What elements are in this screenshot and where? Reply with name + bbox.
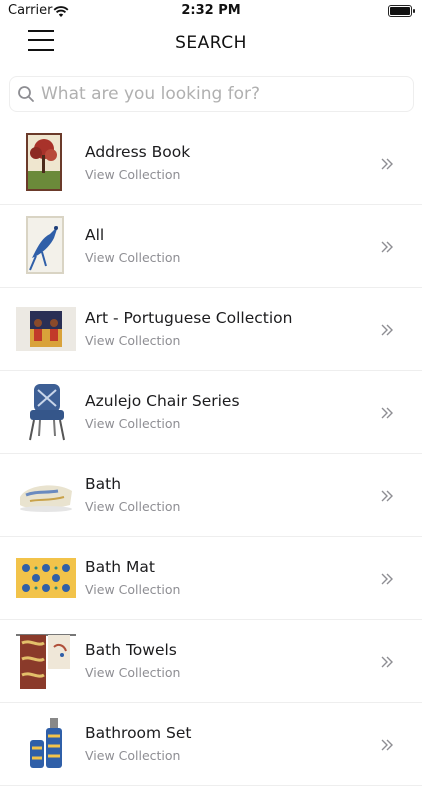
item-subtitle: View Collection [85,250,181,265]
thumbnail-chair [16,382,76,442]
item-subtitle: View Collection [85,416,181,431]
page-title: SEARCH [175,33,247,53]
list-item-azulejo-chair[interactable]: Azulejo Chair Series View Collection [0,371,422,454]
chevron-right-double-icon [380,654,394,673]
item-title: Azulejo Chair Series [85,392,240,410]
search-icon [17,85,35,107]
list-item-bath-towels[interactable]: Bath Towels View Collection [0,620,422,703]
thumbnail-bath-mat [16,548,76,608]
list-item-address-book[interactable]: Address Book View Collection [0,122,422,205]
list-item-bathroom-set[interactable]: Bathroom Set View Collection [0,703,422,786]
status-bar: Carrier 2:32 PM [0,0,422,24]
chevron-right-double-icon [380,488,394,507]
chevron-right-double-icon [380,737,394,756]
item-title: Bath Mat [85,558,155,576]
thumbnail-all [16,216,76,276]
chevron-right-double-icon [380,405,394,424]
thumbnail-bathroom-set [16,714,76,774]
item-title: All [85,226,105,244]
item-subtitle: View Collection [85,167,181,182]
battery-icon [388,5,415,17]
item-title: Bath Towels [85,641,177,659]
collection-list: Address Book View Collection All View Co… [0,122,422,786]
chevron-right-double-icon [380,156,394,175]
list-item-all[interactable]: All View Collection [0,205,422,288]
search-bar[interactable] [9,76,414,112]
item-subtitle: View Collection [85,582,181,597]
thumbnail-bath-towels [16,631,76,691]
thumbnail-art [16,299,76,359]
chevron-right-double-icon [380,239,394,258]
item-title: Bath [85,475,122,493]
clock: 2:32 PM [181,3,241,18]
item-subtitle: View Collection [85,499,181,514]
chevron-right-double-icon [380,322,394,341]
item-title: Bathroom Set [85,724,192,742]
item-subtitle: View Collection [85,333,181,348]
thumbnail-bath [16,465,76,525]
chevron-right-double-icon [380,571,394,590]
item-subtitle: View Collection [85,748,181,763]
item-title: Art - Portuguese Collection [85,309,293,327]
item-title: Address Book [85,143,191,161]
search-input[interactable] [39,80,403,108]
thumbnail-address-book [16,133,76,193]
list-item-bath[interactable]: Bath View Collection [0,454,422,537]
list-item-bath-mat[interactable]: Bath Mat View Collection [0,537,422,620]
item-subtitle: View Collection [85,665,181,680]
list-item-art-portuguese[interactable]: Art - Portuguese Collection View Collect… [0,288,422,371]
